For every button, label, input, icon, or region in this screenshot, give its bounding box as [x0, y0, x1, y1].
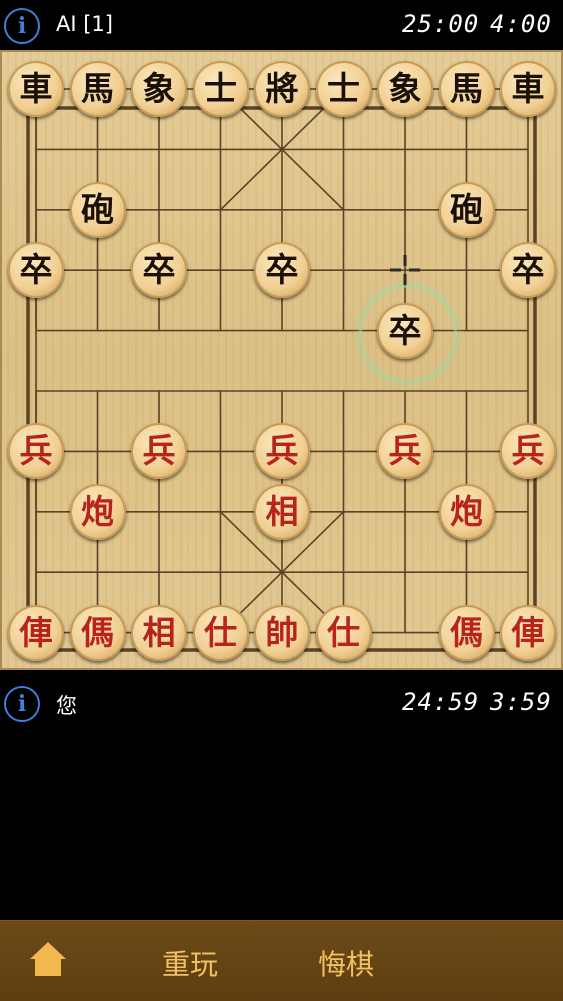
black-piece[interactable]: 將 — [254, 61, 310, 117]
red-piece[interactable]: 仕 — [192, 604, 249, 661]
black-piece[interactable]: 象 — [131, 61, 187, 117]
opponent-total-time: 25:00 — [402, 10, 480, 38]
red-piece[interactable]: 相 — [254, 483, 310, 540]
red-piece[interactable]: 仕 — [315, 604, 372, 661]
control-bar: 重玩 悔棋 — [0, 920, 563, 1001]
black-piece[interactable]: 車 — [500, 61, 556, 117]
info-icon[interactable]: i — [4, 8, 40, 44]
black-piece[interactable]: 卒 — [500, 242, 556, 299]
red-piece[interactable]: 俥 — [500, 604, 556, 661]
red-piece[interactable]: 兵 — [377, 423, 433, 480]
black-piece[interactable]: 卒 — [254, 242, 310, 299]
undo-button[interactable]: 悔棋 — [318, 943, 374, 983]
player-bar: i 您 24:59 3:59 — [0, 678, 563, 728]
move-origin-marker — [390, 255, 420, 286]
opponent-move-time: 4:00 — [490, 10, 552, 38]
red-piece[interactable]: 傌 — [438, 604, 495, 661]
board-grid — [26, 88, 537, 652]
player-name: 您 — [56, 694, 77, 718]
restart-button[interactable]: 重玩 — [162, 943, 218, 983]
black-piece[interactable]: 卒 — [8, 242, 64, 299]
black-piece[interactable]: 馬 — [69, 61, 126, 117]
home-icon[interactable] — [28, 939, 68, 979]
opponent-bar: i AI [1] 25:00 4:00 — [0, 0, 563, 50]
black-piece[interactable]: 象 — [377, 61, 433, 117]
opponent-name: AI [1] — [56, 12, 113, 36]
red-piece[interactable]: 兵 — [254, 423, 310, 480]
red-piece[interactable]: 俥 — [8, 604, 64, 661]
xiangqi-board[interactable]: 車馬象士將士象馬車砲砲卒卒卒卒卒兵兵兵兵兵炮相炮俥傌相仕帥仕傌俥 — [0, 50, 563, 670]
black-piece[interactable]: 卒 — [131, 242, 187, 299]
black-piece[interactable]: 砲 — [438, 181, 495, 238]
red-piece[interactable]: 相 — [131, 604, 187, 661]
red-piece[interactable]: 傌 — [69, 604, 126, 661]
black-piece[interactable]: 馬 — [438, 61, 495, 117]
player-total-time: 24:59 — [402, 688, 480, 716]
black-piece[interactable]: 士 — [315, 61, 372, 117]
red-piece[interactable]: 兵 — [8, 423, 64, 480]
player-move-time: 3:59 — [490, 688, 552, 716]
black-piece[interactable]: 車 — [8, 61, 64, 117]
info-icon[interactable]: i — [4, 686, 40, 722]
black-piece[interactable]: 士 — [192, 61, 249, 117]
red-piece[interactable]: 兵 — [131, 423, 187, 480]
red-piece[interactable]: 帥 — [254, 604, 310, 661]
red-piece[interactable]: 炮 — [438, 483, 495, 540]
black-piece[interactable]: 砲 — [69, 181, 126, 238]
red-piece[interactable]: 炮 — [69, 483, 126, 540]
red-piece[interactable]: 兵 — [500, 423, 556, 480]
black-piece[interactable]: 卒 — [377, 302, 433, 359]
